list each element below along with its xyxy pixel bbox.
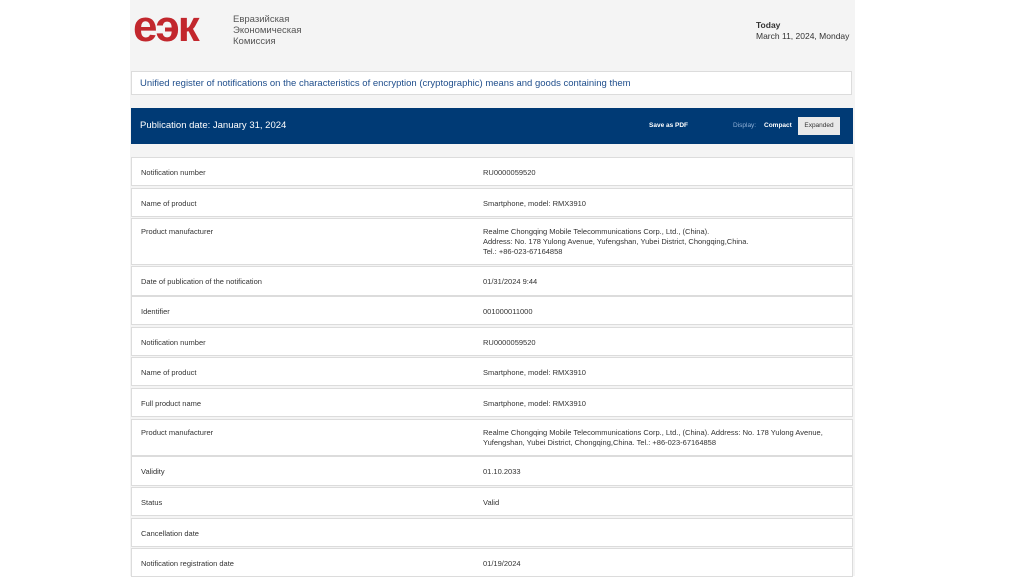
row-value: 01.10.2033	[483, 467, 848, 477]
logo-line: Евразийская	[233, 14, 290, 25]
row-value-line: 001000011000	[483, 307, 533, 316]
row-label: Date of publication of the notification	[141, 277, 262, 286]
row-label: Identifier	[141, 307, 170, 316]
register-title: Unified register of notifications on the…	[131, 71, 852, 95]
row-value-line: 01/19/2024	[483, 559, 521, 568]
row-value-line: Realme Chongqing Mobile Telecommunicatio…	[483, 227, 710, 236]
row-label: Notification number	[141, 168, 206, 177]
row-label: Validity	[141, 467, 165, 476]
table-row: Product manufacturer Realme Chongqing Mob…	[131, 218, 853, 265]
row-value: Smartphone, model: RMX3910	[483, 368, 848, 378]
table-row: Full product name Smartphone, model: RMX3…	[131, 388, 853, 417]
publication-date: Publication date: January 31, 2024	[140, 120, 287, 131]
row-value-line: RU0000059520	[483, 338, 536, 347]
row-value-line: Yufengshan, Yubei District, Chongqing,Ch…	[483, 438, 717, 447]
row-value: Smartphone, model: RMX3910	[483, 399, 848, 409]
row-value: Realme Chongqing Mobile Telecommunicatio…	[483, 428, 848, 448]
table-row: Notification number RU0000059520	[131, 327, 853, 356]
table-row: Name of product Smartphone, model: RMX391…	[131, 188, 853, 217]
today-label: Today	[756, 20, 781, 30]
row-value-line: 01/31/2024 9:44	[483, 277, 538, 286]
expanded-view-button[interactable]: Expanded	[798, 117, 840, 135]
compact-view-button[interactable]: Compact	[764, 108, 792, 144]
row-value-line: Valid	[483, 498, 500, 507]
row-label: Product manufacturer	[141, 428, 214, 437]
logo-line: Комиссия	[233, 36, 276, 47]
row-label: Notification number	[141, 338, 206, 347]
table-row: Validity 01.10.2033	[131, 456, 853, 486]
row-value: 01/19/2024	[483, 559, 848, 569]
table-row: Identifier 001000011000	[131, 296, 853, 325]
table-row: Date of publication of the notification 0…	[131, 266, 853, 296]
row-value-line: Tel.: +86-023-67164858	[483, 247, 563, 256]
logo-mark: еэк	[133, 2, 200, 51]
row-value: Valid	[483, 498, 848, 508]
table-row: Notification number RU0000059520	[131, 157, 853, 186]
registry-page: еэк Евразийская Экономическая Комиссия T…	[130, 0, 855, 577]
row-label: Name of product	[141, 199, 197, 208]
row-label: Notification registration date	[141, 559, 234, 568]
row-value-line: Realme Chongqing Mobile Telecommunicatio…	[483, 428, 823, 437]
row-value-line: Smartphone, model: RMX3910	[483, 399, 586, 408]
row-value: 01/31/2024 9:44	[483, 277, 848, 287]
table-row: Product manufacturer Realme Chongqing Mob…	[131, 419, 853, 456]
publication-toolbar: Publication date: January 31, 2024 Save …	[131, 108, 853, 144]
row-label: Name of product	[141, 368, 197, 377]
row-value-line: Address: No. 178 Yulong Avenue, Yufengsh…	[483, 237, 749, 246]
row-label: Status	[141, 498, 163, 507]
row-value-line: 01.10.2033	[483, 467, 521, 476]
table-row: Cancellation date	[131, 518, 853, 547]
row-value: RU0000059520	[483, 338, 848, 348]
row-value-line: RU0000059520	[483, 168, 536, 177]
row-value: Realme Chongqing Mobile Telecommunicatio…	[483, 227, 848, 257]
row-value: Smartphone, model: RMX3910	[483, 199, 848, 209]
today-block: Today March 11, 2024, Monday	[756, 20, 849, 42]
table-row: Name of product Smartphone, model: RMX391…	[131, 357, 853, 386]
row-value-line: Smartphone, model: RMX3910	[483, 368, 586, 377]
eec-logo[interactable]: еэк Евразийская Экономическая Комиссия	[133, 5, 313, 51]
row-value: RU0000059520	[483, 168, 848, 178]
logo-line: Экономическая	[233, 25, 302, 36]
row-value-line: Smartphone, model: RMX3910	[483, 199, 586, 208]
display-label: Display:	[733, 122, 757, 129]
row-label: Product manufacturer	[141, 227, 214, 236]
row-value: 001000011000	[483, 307, 848, 317]
table-row: Notification registration date 01/19/2024	[131, 548, 853, 577]
logo-text: Евразийская Экономическая Комиссия	[233, 14, 302, 47]
table-row: Status Valid	[131, 487, 853, 516]
row-label: Cancellation date	[141, 529, 199, 538]
row-label: Full product name	[141, 399, 202, 408]
save-pdf-button[interactable]: Save as PDF	[649, 108, 688, 144]
today-date: March 11, 2024, Monday	[756, 31, 850, 41]
